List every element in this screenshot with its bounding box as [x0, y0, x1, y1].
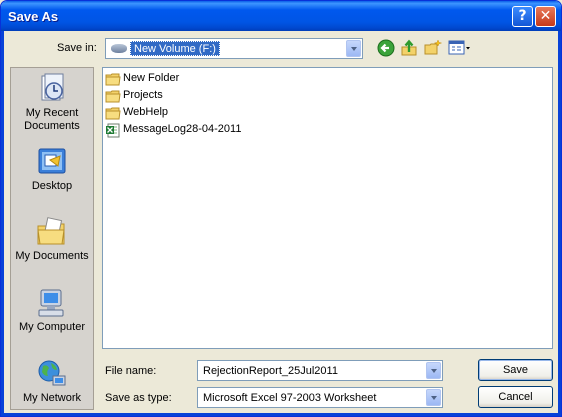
save-in-label: Save in:	[57, 42, 97, 54]
place-my-documents[interactable]: My Documents	[11, 216, 93, 263]
new-folder-icon[interactable]	[424, 39, 443, 57]
window-frame-left	[1, 31, 4, 416]
save-as-type-dropdown[interactable]: Microsoft Excel 97-2003 Worksheet	[197, 387, 443, 408]
chevron-down-icon[interactable]	[426, 389, 441, 406]
window-frame-bottom	[1, 413, 561, 416]
place-my-network[interactable]: My Network	[11, 358, 93, 405]
window-title: Save As	[8, 9, 59, 24]
save-as-type-value: Microsoft Excel 97-2003 Worksheet	[203, 392, 377, 404]
place-label: My Recent	[25, 107, 79, 119]
place-label: Documents	[24, 120, 80, 132]
folder-icon	[105, 107, 121, 120]
views-menu-icon[interactable]	[448, 39, 472, 57]
folder-icon	[105, 73, 121, 86]
excel-file-icon	[106, 123, 120, 138]
place-label: My Documents	[15, 250, 89, 262]
place-my-recent-documents[interactable]: My Recent Documents	[11, 73, 93, 133]
up-folder-icon[interactable]	[400, 39, 418, 57]
my-documents-icon	[37, 217, 65, 245]
back-icon[interactable]	[377, 39, 395, 57]
recent-documents-icon	[41, 73, 64, 101]
file-list[interactable]: New Folder Projects WebHelp MessageLog28…	[102, 67, 553, 349]
save-in-dropdown[interactable]: New Volume (F:)	[105, 38, 363, 59]
place-label: My Network	[22, 392, 82, 404]
chevron-down-icon[interactable]	[426, 362, 441, 379]
place-label: My Computer	[18, 321, 86, 333]
file-name-input[interactable]: RejectionReport_25Jul2011	[197, 360, 443, 381]
close-button[interactable]: ✕	[535, 6, 556, 27]
file-name-label: File name:	[105, 365, 157, 377]
my-computer-icon	[38, 289, 64, 317]
title-bar[interactable]: Save As ? ✕	[1, 1, 561, 31]
window-frame-right	[558, 31, 561, 416]
save-as-dialog: Save As ? ✕ Save in: New Volume (F:) My …	[0, 0, 562, 417]
file-name: MessageLog28-04-2011	[123, 123, 242, 135]
folder-icon	[105, 90, 121, 103]
places-bar: My Recent Documents Desktop My Documents	[10, 67, 94, 410]
desktop-icon	[38, 148, 66, 174]
chevron-down-icon[interactable]	[346, 40, 361, 57]
file-name-value: RejectionReport_25Jul2011	[203, 365, 338, 377]
file-name: New Folder	[123, 72, 180, 84]
save-as-type-label: Save as type:	[105, 392, 172, 404]
help-button[interactable]: ?	[512, 6, 533, 27]
save-button[interactable]: Save	[478, 359, 553, 381]
place-desktop[interactable]: Desktop	[11, 146, 93, 193]
drive-icon	[111, 44, 127, 53]
cancel-button[interactable]: Cancel	[478, 386, 553, 408]
place-label: Desktop	[31, 180, 73, 192]
place-my-computer[interactable]: My Computer	[11, 287, 93, 334]
my-network-icon	[38, 360, 66, 386]
file-name: Projects	[123, 89, 163, 101]
file-name: WebHelp	[123, 106, 169, 118]
save-in-value: New Volume (F:)	[130, 41, 220, 56]
